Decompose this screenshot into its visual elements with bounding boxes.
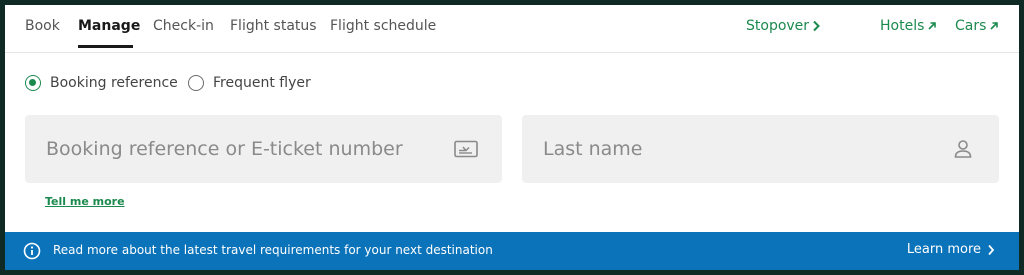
ticket-icon: [446, 140, 486, 158]
person-icon: [943, 139, 983, 159]
radio-label: Booking reference: [50, 75, 178, 91]
tab-flight-status[interactable]: Flight status: [230, 18, 317, 34]
arrow-up-right-icon: [928, 22, 937, 30]
stopover-link[interactable]: Stopover: [746, 18, 821, 34]
arrow-up-right-icon: [990, 22, 999, 30]
radio-booking-reference[interactable]: Booking reference: [25, 75, 178, 91]
info-icon: [23, 242, 41, 264]
chevron-right-icon: [813, 20, 820, 32]
learn-more-label: Learn more: [906, 242, 981, 257]
cars-label: Cars: [955, 18, 987, 34]
tab-flight-schedule[interactable]: Flight schedule: [330, 18, 436, 34]
radio-frequent-flyer[interactable]: Frequent flyer: [188, 75, 311, 91]
chevron-right-icon: [988, 244, 995, 255]
last-name-input[interactable]: [522, 115, 943, 183]
radio-button-unchecked[interactable]: [188, 75, 204, 91]
top-nav: Book Manage Check-in Flight status Fligh…: [5, 5, 1019, 53]
tab-check-in[interactable]: Check-in: [153, 18, 214, 34]
last-name-field[interactable]: [522, 115, 999, 183]
stopover-label: Stopover: [746, 18, 810, 34]
active-tab-indicator: [78, 45, 133, 48]
booking-reference-input[interactable]: [25, 115, 446, 183]
radio-dot: [29, 79, 36, 86]
tab-manage[interactable]: Manage: [78, 18, 140, 34]
tab-book[interactable]: Book: [25, 18, 60, 34]
learn-more-link[interactable]: Learn more: [907, 242, 995, 257]
radio-button-checked[interactable]: [25, 75, 41, 91]
radio-label: Frequent flyer: [213, 75, 311, 91]
banner-message: Read more about the latest travel requir…: [53, 243, 493, 257]
travel-info-banner: Read more about the latest travel requir…: [5, 232, 1019, 270]
hotels-label: Hotels: [880, 18, 925, 34]
hotels-link[interactable]: Hotels: [880, 18, 937, 34]
booking-reference-field[interactable]: [25, 115, 502, 183]
manage-booking-panel: Book Manage Check-in Flight status Fligh…: [5, 5, 1019, 270]
cars-link[interactable]: Cars: [955, 18, 999, 34]
tell-me-more-link[interactable]: Tell me more: [45, 195, 125, 208]
